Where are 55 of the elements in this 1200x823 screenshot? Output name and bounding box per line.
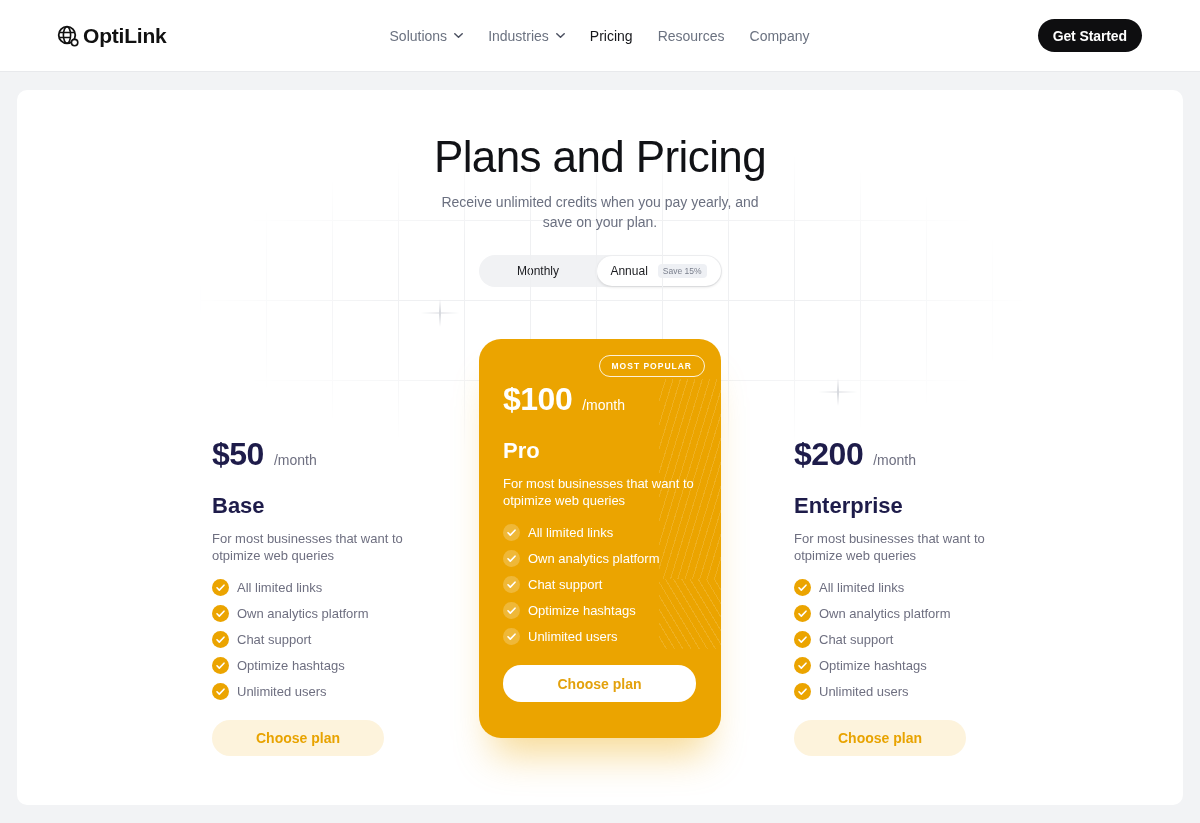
nav-link[interactable]: Industries [488,27,565,44]
get-started-button[interactable]: Get Started [1037,19,1142,52]
nav-link[interactable]: Pricing [589,27,633,44]
feature-text: All limited links [819,579,905,595]
check-icon [794,630,811,648]
feature-text: Unlimited users [819,683,909,699]
feature-text: Chat support [237,631,312,647]
check-icon [212,578,229,596]
plan-price: $100 [503,380,573,419]
globe-icon [57,24,79,47]
discount-badge: Save 15% [657,264,707,278]
plan-name: Pro [503,437,541,465]
billing-option-tab[interactable]: Monthly [479,256,597,286]
feature-text: Own analytics platform [528,550,660,566]
plan-price: $200 [794,435,864,474]
feature-text: Optimize hashtags [528,602,636,618]
billing-period: /month [873,452,916,468]
billing-option-tab[interactable]: Annual Save 15% [596,256,721,286]
feature-text: Chat support [819,631,894,647]
check-icon [794,656,811,674]
feature-text: Own analytics platform [237,605,369,621]
check-icon [794,682,811,700]
plan-name: Enterprise [794,492,904,520]
feature-text: Optimize hashtags [237,657,345,673]
plan-description: For most businesses that want to otpimize web queries [794,530,986,564]
check-icon [212,604,229,622]
page-subtitle: Receive unlimited credits when you pay yearly, and save on your plan. [440,193,760,232]
nav-link[interactable]: Resources [657,27,725,44]
feature-text: Optimize hashtags [819,657,927,673]
feature-text: Own analytics platform [819,605,951,621]
check-icon [794,578,811,596]
nav-link[interactable]: Company [749,27,810,44]
check-icon [503,575,520,593]
plan-description: For most businesses that want to otpimize web queries [212,530,404,564]
check-icon [212,682,229,700]
billing-period: /month [273,452,317,468]
plan-description: For most businesses that want to otpimize web queries [503,475,695,509]
check-icon [503,523,520,541]
check-icon [212,630,229,648]
feature-text: Unlimited users [237,683,327,699]
logo-link[interactable]: OptiLink [57,23,167,48]
plan-price: $50 [212,435,264,474]
plan-name: Base [212,492,266,520]
check-icon [503,549,520,567]
feature-text: Chat support [528,576,603,592]
billing-period: /month [582,397,625,413]
check-icon [212,656,229,674]
feature-text: All limited links [528,524,614,540]
nav-link[interactable]: Solutions [389,27,464,44]
check-icon [503,601,520,619]
check-icon [794,604,811,622]
page-title: Plans and Pricing [432,131,768,183]
check-icon [503,627,520,645]
feature-text: Unlimited users [528,628,618,644]
feature-text: All limited links [237,579,323,595]
